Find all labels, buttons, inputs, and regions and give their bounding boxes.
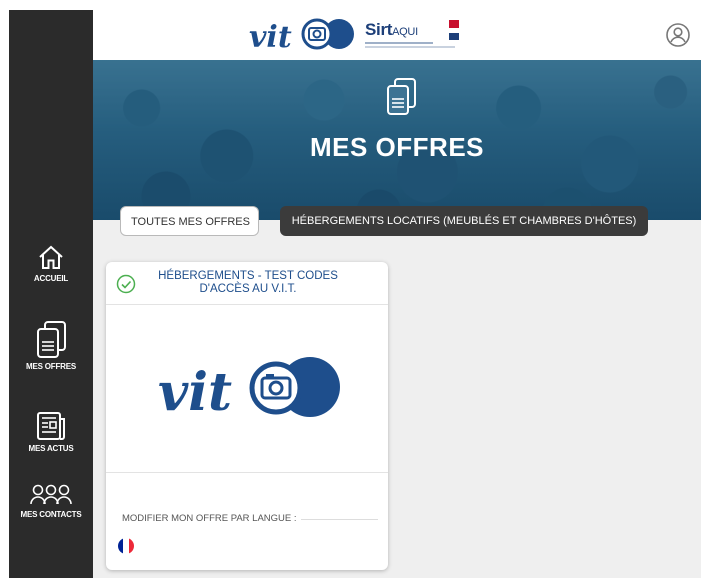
vit-logo[interactable]: vit bbox=[249, 15, 359, 60]
hero-banner: MES OFFRES bbox=[93, 60, 701, 220]
filter-accommodation-button[interactable]: HÉBERGEMENTS LOCATIFS (MEUBLÉS ET CHAMBR… bbox=[280, 206, 648, 236]
vit-logo: vit bbox=[158, 357, 340, 423]
news-icon bbox=[37, 412, 65, 440]
language-label: MODIFIER MON OFFRE PAR LANGUE : bbox=[118, 513, 301, 524]
sidebar-item-label: MES CONTACTS bbox=[20, 510, 82, 519]
sidebar: ACCUEIL MES OFFRES MES ACTUS MES CONTACT… bbox=[9, 10, 93, 578]
sidebar-item-label: MES OFFRES bbox=[25, 362, 76, 371]
page-title: MES OFFRES bbox=[309, 132, 484, 162]
check-circle-icon bbox=[116, 274, 136, 294]
filter-all-offers-button[interactable]: TOUTES MES OFFRES bbox=[120, 206, 259, 236]
home-icon bbox=[39, 245, 63, 269]
sidebar-item-mes-offres[interactable]: MES OFFRES bbox=[9, 320, 93, 371]
sirtaqui-logo[interactable]: SirtAQUI bbox=[365, 18, 465, 52]
sidebar-item-label: MES ACTUS bbox=[28, 444, 74, 453]
sidebar-item-mes-contacts[interactable]: MES CONTACTS bbox=[9, 482, 93, 519]
offer-card[interactable]: HÉBERGEMENTS - TEST CODES D'ACCÈS AU V.I… bbox=[106, 262, 388, 570]
documents-icon bbox=[37, 321, 66, 358]
offer-card-header: HÉBERGEMENTS - TEST CODES D'ACCÈS AU V.I… bbox=[106, 262, 388, 305]
sidebar-item-accueil[interactable]: ACCUEIL bbox=[9, 242, 93, 283]
sidebar-item-mes-actus[interactable]: MES ACTUS bbox=[9, 410, 93, 453]
offer-title[interactable]: HÉBERGEMENTS - TEST CODES D'ACCÈS AU V.I… bbox=[142, 270, 354, 296]
aqui-logo-text: AQUI bbox=[392, 26, 418, 38]
vit-logo-text: vit bbox=[249, 20, 292, 55]
documents-icon bbox=[387, 78, 416, 115]
region-emblem-icon bbox=[449, 20, 459, 40]
top-bar: vit SirtAQUI bbox=[93, 10, 701, 60]
sidebar-item-label: ACCUEIL bbox=[33, 274, 69, 283]
account-icon[interactable] bbox=[665, 22, 691, 53]
contacts-icon bbox=[30, 484, 72, 505]
sirt-logo-text: Sirt bbox=[365, 20, 393, 39]
french-flag-icon[interactable] bbox=[118, 538, 134, 554]
card-logo-text: vit bbox=[158, 362, 232, 423]
